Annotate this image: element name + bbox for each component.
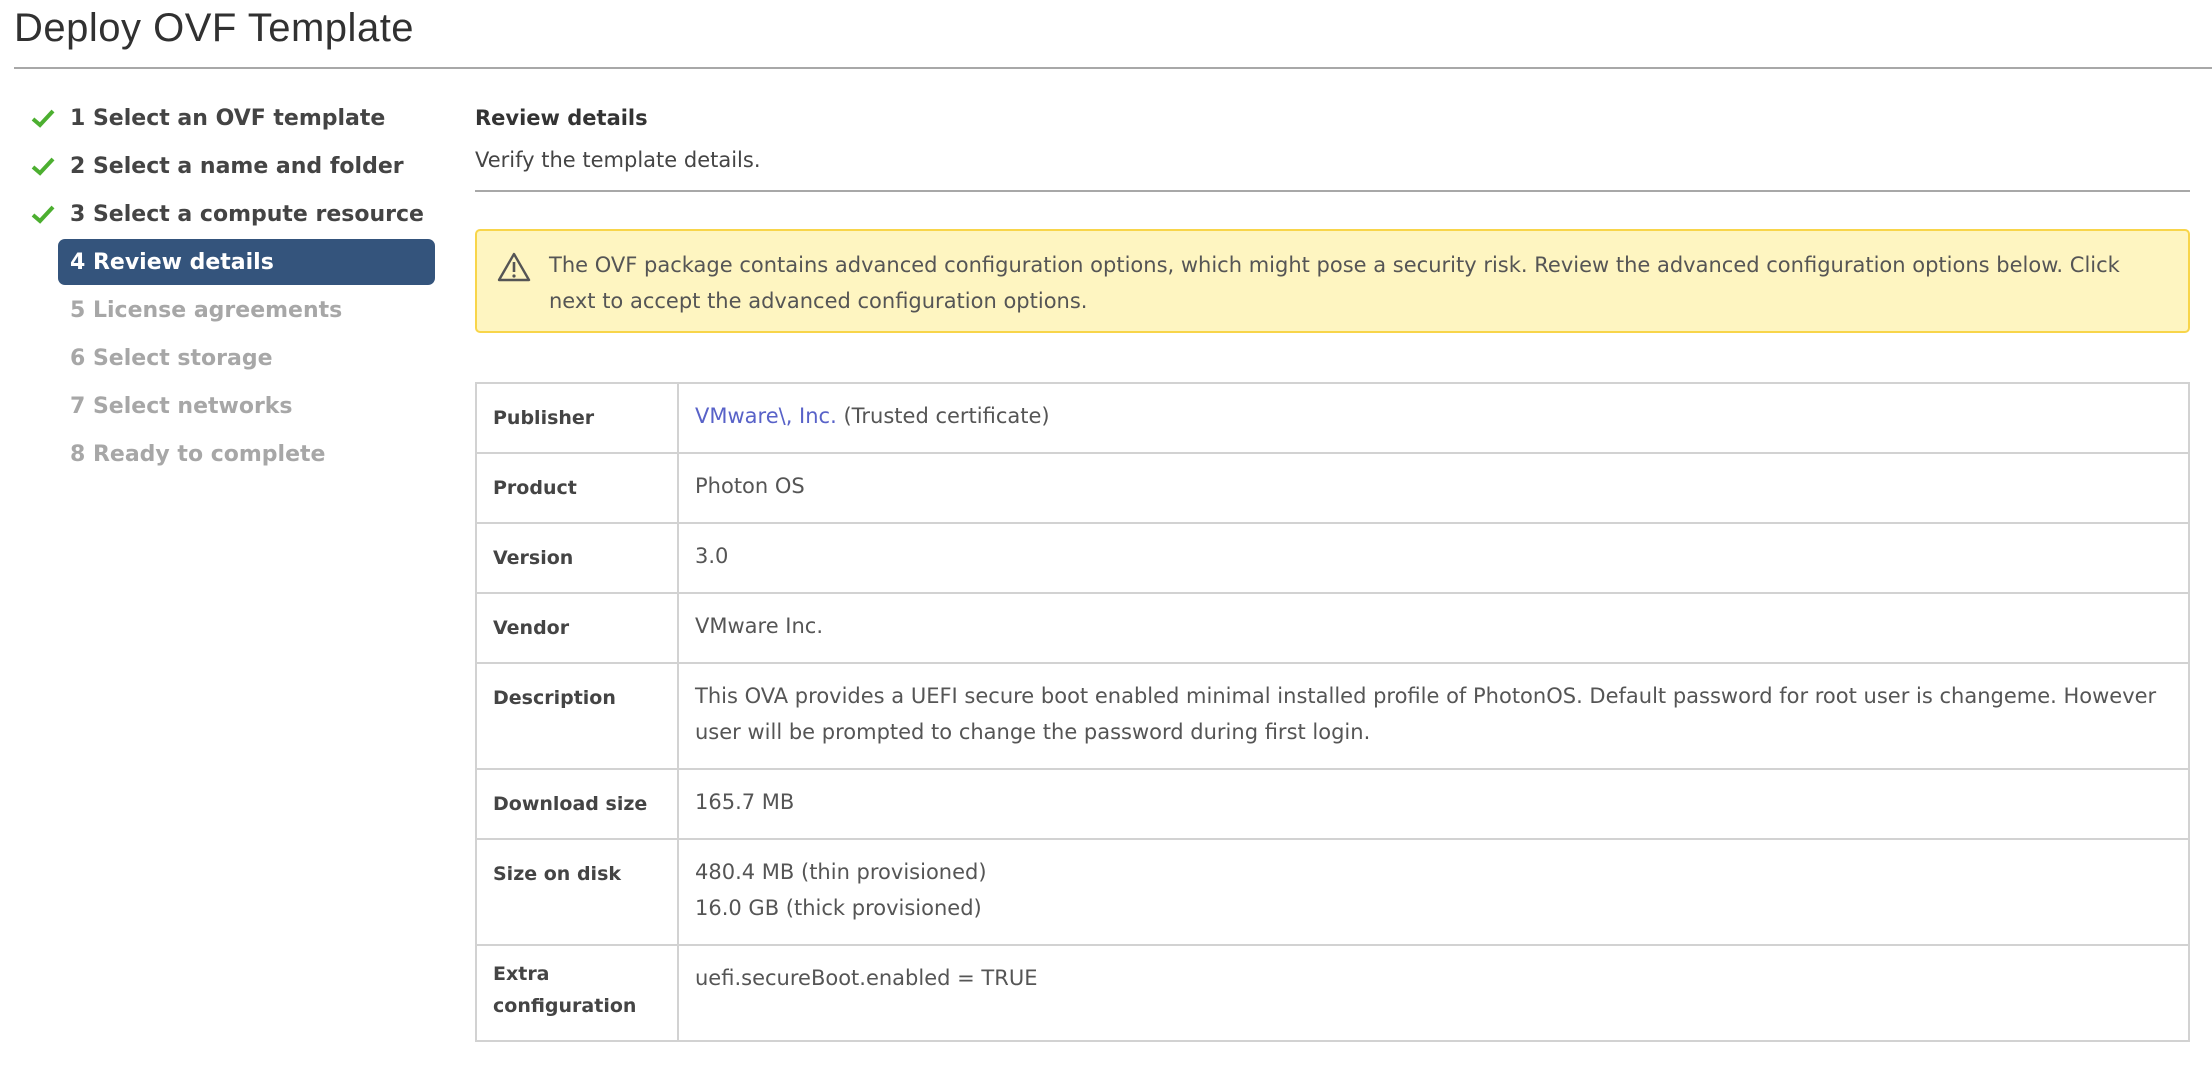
publisher-label: Publisher xyxy=(475,382,679,454)
step-label: 8 Ready to complete xyxy=(70,441,326,467)
table-row: Size on disk 480.4 MB (thin provisioned)… xyxy=(475,838,2190,946)
section-divider xyxy=(475,190,2190,192)
size-on-disk-label: Size on disk xyxy=(475,838,679,946)
main-content: Review details Verify the template detai… xyxy=(475,100,2190,1042)
step-label: 5 License agreements xyxy=(70,297,343,323)
step-3[interactable]: 3 Select a compute resource xyxy=(0,190,440,238)
size-on-disk-value: 480.4 MB (thin provisioned) 16.0 GB (thic… xyxy=(677,838,2190,946)
disk-thick: 16.0 GB (thick provisioned) xyxy=(695,896,982,920)
vendor-label: Vendor xyxy=(475,592,679,664)
step-label: 7 Select networks xyxy=(70,393,293,419)
warning-icon xyxy=(497,252,531,282)
description-value: This OVA provides a UEFI secure boot ena… xyxy=(677,662,2190,770)
check-icon xyxy=(31,157,55,176)
extra-config-value: uefi.secureBoot.enabled = TRUE xyxy=(677,944,2190,1042)
step-label: 3 Select a compute resource xyxy=(70,201,424,227)
step-6: 6 Select storage xyxy=(0,334,440,382)
download-size-label: Download size xyxy=(475,768,679,840)
title-divider xyxy=(14,67,2212,69)
page-title: Deploy OVF Template xyxy=(14,6,415,50)
step-8: 8 Ready to complete xyxy=(0,430,440,478)
table-row: Product Photon OS xyxy=(475,452,2190,524)
details-table: Publisher VMware\, Inc. (Trusted certifi… xyxy=(475,382,2190,1042)
table-row: Vendor VMware Inc. xyxy=(475,592,2190,664)
description-label: Description xyxy=(475,662,679,770)
step-4-active[interactable]: 4 Review details xyxy=(0,238,440,286)
step-2[interactable]: 2 Select a name and folder xyxy=(0,142,440,190)
step-label: 1 Select an OVF template xyxy=(70,105,386,131)
product-value: Photon OS xyxy=(677,452,2190,524)
step-7: 7 Select networks xyxy=(0,382,440,430)
warning-banner: The OVF package contains advanced config… xyxy=(475,229,2190,333)
publisher-value: VMware\, Inc. (Trusted certificate) xyxy=(677,382,2190,454)
extra-config-label: Extra configuration xyxy=(475,944,679,1042)
publisher-link[interactable]: VMware\, Inc. xyxy=(695,404,837,428)
warning-text: The OVF package contains advanced config… xyxy=(549,253,2120,313)
step-label: 6 Select storage xyxy=(70,345,273,371)
section-heading: Review details xyxy=(475,106,648,130)
table-row: Publisher VMware\, Inc. (Trusted certifi… xyxy=(475,382,2190,454)
publisher-note: (Trusted certificate) xyxy=(843,404,1050,428)
section-subheading: Verify the template details. xyxy=(475,148,761,172)
step-label: 2 Select a name and folder xyxy=(70,153,404,179)
version-value: 3.0 xyxy=(677,522,2190,594)
product-label: Product xyxy=(475,452,679,524)
version-label: Version xyxy=(475,522,679,594)
step-label: 4 Review details xyxy=(70,249,274,275)
check-icon xyxy=(31,205,55,224)
vendor-value: VMware Inc. xyxy=(677,592,2190,664)
disk-thin: 480.4 MB (thin provisioned) xyxy=(695,860,987,884)
table-row: Version 3.0 xyxy=(475,522,2190,594)
download-size-value: 165.7 MB xyxy=(677,768,2190,840)
step-1[interactable]: 1 Select an OVF template xyxy=(0,94,440,142)
wizard-steps: 1 Select an OVF template 2 Select a name… xyxy=(0,94,440,478)
step-5: 5 License agreements xyxy=(0,286,440,334)
check-icon xyxy=(31,109,55,128)
table-row: Download size 165.7 MB xyxy=(475,768,2190,840)
table-row: Description This OVA provides a UEFI sec… xyxy=(475,662,2190,770)
table-row: Extra configuration uefi.secureBoot.enab… xyxy=(475,944,2190,1042)
